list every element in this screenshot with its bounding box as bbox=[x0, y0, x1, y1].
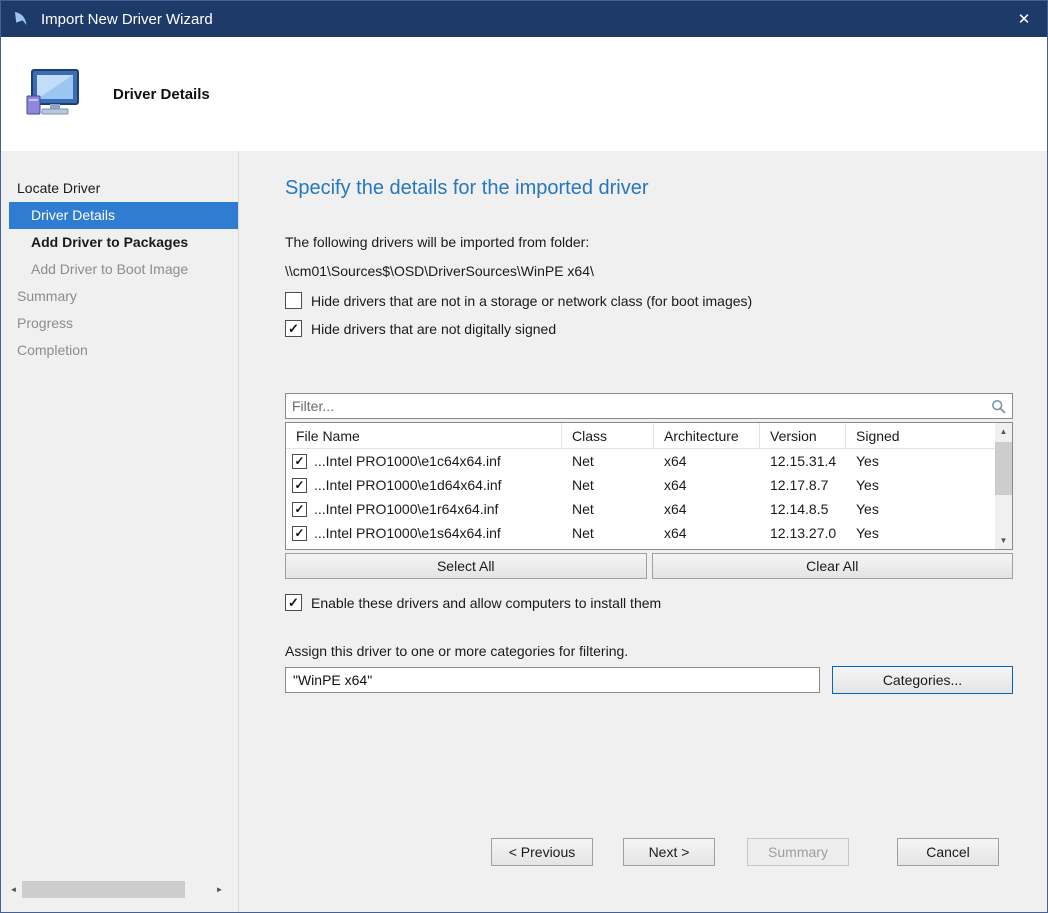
checkbox-box[interactable] bbox=[285, 292, 302, 309]
version-cell: 12.14.8.5 bbox=[760, 501, 846, 517]
sidebar-item-summary: Summary bbox=[9, 283, 238, 310]
wizard-footer: < Previous Next > Summary Cancel bbox=[285, 838, 999, 866]
file-name-cell: ...Intel PRO1000\e1r64x64.inf bbox=[314, 501, 498, 517]
class-cell: Net bbox=[562, 477, 654, 493]
header-title: Driver Details bbox=[113, 86, 210, 103]
table-header-row: File Name Class Architecture Version Sig… bbox=[286, 423, 995, 449]
scroll-right-icon[interactable]: ► bbox=[211, 881, 228, 898]
file-name-cell: ...Intel PRO1000\e1c64x64.inf bbox=[314, 453, 501, 469]
hide-unsigned-checkbox[interactable]: ✓ Hide drivers that are not digitally si… bbox=[285, 320, 1013, 337]
window-title: Import New Driver Wizard bbox=[41, 11, 213, 28]
wizard-header: Driver Details bbox=[1, 37, 1047, 151]
column-header-version[interactable]: Version bbox=[760, 423, 846, 448]
categories-button[interactable]: Categories... bbox=[832, 666, 1013, 694]
table-vertical-scrollbar[interactable]: ▲ ▼ bbox=[995, 423, 1012, 549]
sidebar-item-locate-driver[interactable]: Locate Driver bbox=[9, 175, 238, 202]
class-cell: Net bbox=[562, 501, 654, 517]
checkbox-box[interactable]: ✓ bbox=[285, 594, 302, 611]
version-cell: 12.17.8.7 bbox=[760, 477, 846, 493]
hide-storage-checkbox[interactable]: Hide drivers that are not in a storage o… bbox=[285, 292, 1013, 309]
architecture-cell: x64 bbox=[654, 477, 760, 493]
version-cell: 12.13.27.0 bbox=[760, 525, 846, 541]
select-all-button[interactable]: Select All bbox=[285, 553, 647, 579]
folder-path: \\cm01\Sources$\OSD\DriverSources\WinPE … bbox=[285, 263, 1013, 279]
column-header-class[interactable]: Class bbox=[562, 423, 654, 448]
table-row[interactable]: ✓ ...Intel PRO1000\e1s64x64.inf Net x64 … bbox=[286, 521, 995, 545]
column-header-file-name[interactable]: File Name bbox=[286, 423, 562, 448]
wizard-icon bbox=[13, 10, 31, 28]
scroll-up-icon[interactable]: ▲ bbox=[995, 423, 1012, 440]
main-content: Specify the details for the imported dri… bbox=[239, 151, 1047, 912]
filter-box bbox=[285, 393, 1013, 419]
scrollbar-thumb[interactable] bbox=[22, 881, 185, 898]
filter-input[interactable] bbox=[292, 398, 985, 414]
page-heading: Specify the details for the imported dri… bbox=[285, 177, 1013, 200]
sidebar-item-completion: Completion bbox=[9, 337, 238, 364]
previous-button[interactable]: < Previous bbox=[491, 838, 593, 866]
signed-cell: Yes bbox=[846, 525, 995, 541]
scrollbar-thumb[interactable] bbox=[995, 442, 1012, 495]
sidebar-item-progress: Progress bbox=[9, 310, 238, 337]
sidebar-item-add-driver-to-packages[interactable]: Add Driver to Packages bbox=[9, 229, 238, 256]
sidebar-horizontal-scrollbar[interactable]: ◄ ► bbox=[5, 881, 228, 898]
row-checkbox[interactable]: ✓ bbox=[292, 502, 307, 517]
drivers-table: File Name Class Architecture Version Sig… bbox=[285, 422, 1013, 550]
assign-categories-label: Assign this driver to one or more catego… bbox=[285, 643, 1013, 659]
signed-cell: Yes bbox=[846, 501, 995, 517]
architecture-cell: x64 bbox=[654, 525, 760, 541]
row-checkbox[interactable]: ✓ bbox=[292, 478, 307, 493]
architecture-cell: x64 bbox=[654, 453, 760, 469]
search-icon bbox=[991, 399, 1006, 414]
checkbox-label: Hide drivers that are not in a storage o… bbox=[311, 293, 752, 309]
close-icon: ✕ bbox=[1018, 10, 1031, 28]
column-header-signed[interactable]: Signed bbox=[846, 423, 995, 448]
checkbox-label: Enable these drivers and allow computers… bbox=[311, 595, 661, 611]
next-button[interactable]: Next > bbox=[623, 838, 715, 866]
import-new-driver-wizard-window: Import New Driver Wizard ✕ Driver Detail… bbox=[0, 0, 1048, 913]
version-cell: 12.15.31.4 bbox=[760, 453, 846, 469]
checkbox-box[interactable]: ✓ bbox=[285, 320, 302, 337]
scrollbar-track[interactable] bbox=[995, 440, 1012, 532]
wizard-nav-sidebar: Locate Driver Driver Details Add Driver … bbox=[1, 151, 239, 912]
folder-intro-text: The following drivers will be imported f… bbox=[285, 234, 1013, 250]
class-cell: Net bbox=[562, 453, 654, 469]
row-checkbox[interactable]: ✓ bbox=[292, 454, 307, 469]
file-name-cell: ...Intel PRO1000\e1d64x64.inf bbox=[314, 477, 502, 493]
table-row[interactable]: ✓ ...Intel PRO1000\e1d64x64.inf Net x64 … bbox=[286, 473, 995, 497]
scrollbar-track[interactable] bbox=[22, 881, 211, 898]
titlebar: Import New Driver Wizard ✕ bbox=[1, 1, 1047, 37]
class-cell: Net bbox=[562, 525, 654, 541]
scroll-left-icon[interactable]: ◄ bbox=[5, 881, 22, 898]
computer-icon bbox=[25, 68, 83, 120]
cancel-button[interactable]: Cancel bbox=[897, 838, 999, 866]
column-header-architecture[interactable]: Architecture bbox=[654, 423, 760, 448]
row-checkbox[interactable]: ✓ bbox=[292, 526, 307, 541]
table-row[interactable]: ✓ ...Intel PRO1000\e1r64x64.inf Net x64 … bbox=[286, 497, 995, 521]
sidebar-item-driver-details[interactable]: Driver Details bbox=[9, 202, 238, 229]
signed-cell: Yes bbox=[846, 453, 995, 469]
enable-drivers-checkbox[interactable]: ✓ Enable these drivers and allow compute… bbox=[285, 594, 1013, 611]
file-name-cell: ...Intel PRO1000\e1s64x64.inf bbox=[314, 525, 501, 541]
table-row[interactable]: ✓ ...Intel PRO1000\e1c64x64.inf Net x64 … bbox=[286, 449, 995, 473]
close-button[interactable]: ✕ bbox=[1001, 1, 1047, 37]
sidebar-item-add-driver-to-boot-image: Add Driver to Boot Image bbox=[9, 256, 238, 283]
category-input[interactable] bbox=[285, 667, 820, 693]
checkbox-label: Hide drivers that are not digitally sign… bbox=[311, 321, 556, 337]
signed-cell: Yes bbox=[846, 477, 995, 493]
clear-all-button[interactable]: Clear All bbox=[652, 553, 1014, 579]
scroll-down-icon[interactable]: ▼ bbox=[995, 532, 1012, 549]
architecture-cell: x64 bbox=[654, 501, 760, 517]
summary-button: Summary bbox=[747, 838, 849, 866]
